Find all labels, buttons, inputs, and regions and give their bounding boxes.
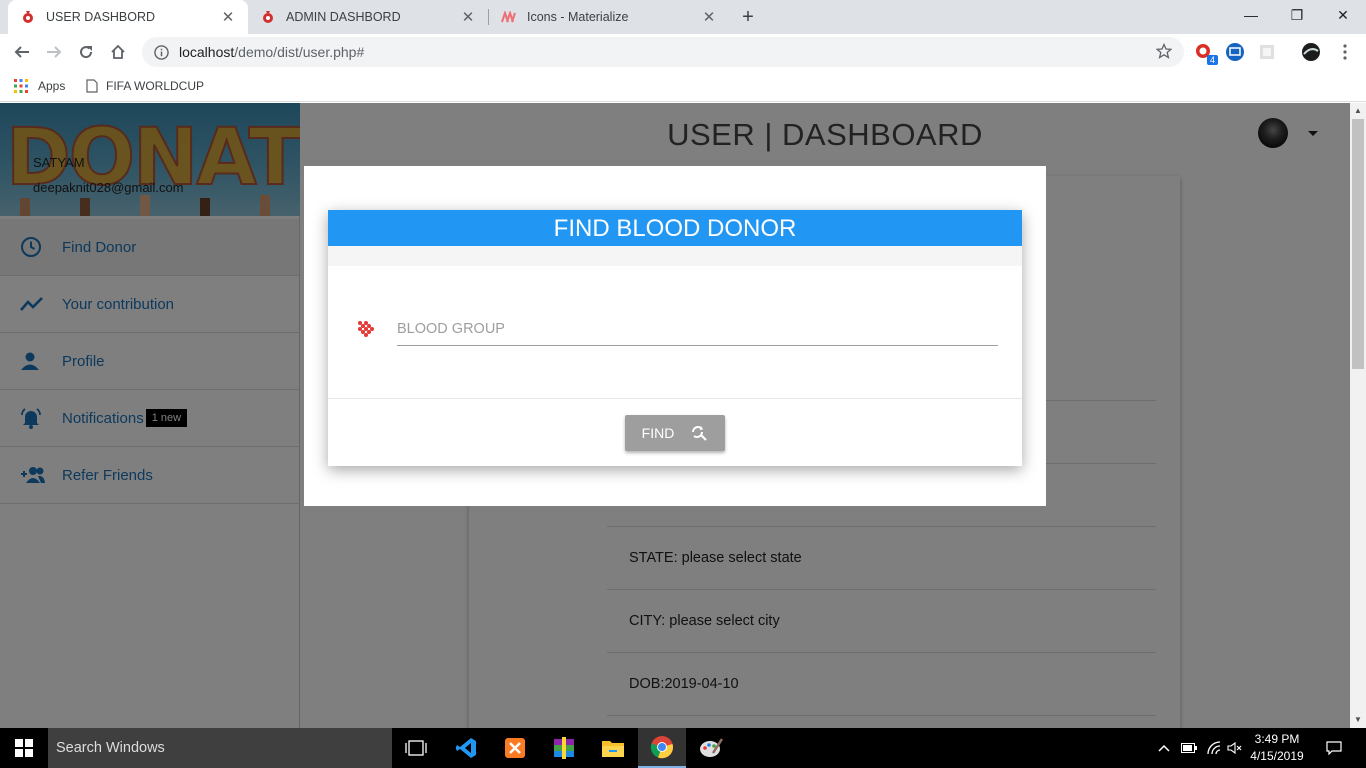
home-icon [111, 44, 125, 59]
taskbar-search[interactable]: Search Windows [48, 728, 392, 768]
scroll-up-icon[interactable]: ▲ [1350, 103, 1366, 119]
tab-title: ADMIN DASHBORD [286, 10, 401, 24]
extension-cast-icon[interactable] [1224, 41, 1246, 63]
modal-divider [328, 398, 1022, 399]
blood-group-icon [355, 318, 377, 340]
new-tab-button[interactable]: + [736, 5, 760, 29]
profile-avatar-icon[interactable] [1300, 41, 1322, 63]
find-donor-card: FIND BLOOD DONOR FIND [328, 210, 1022, 466]
paint-icon[interactable] [687, 728, 735, 768]
browser-toolbar: localhost/demo/dist/user.php# 4 [0, 34, 1366, 70]
browser-tab-strip: USER DASHBORD ✕ ADMIN DASHBORD ✕ Icons -… [0, 0, 1366, 34]
arrow-right-icon [47, 46, 62, 58]
tab-title: Icons - Materialize [527, 10, 629, 24]
reload-icon [80, 46, 93, 59]
action-center-icon[interactable] [1318, 728, 1350, 768]
vscode-icon[interactable] [442, 728, 490, 768]
tray-overflow-icon[interactable] [1156, 728, 1172, 768]
search-placeholder: Search Windows [56, 740, 165, 756]
info-icon[interactable] [154, 44, 169, 60]
winrar-icon[interactable] [540, 728, 588, 768]
tab-admin-dashboard[interactable]: ADMIN DASHBORD ✕ [248, 0, 488, 34]
taskbar-clock[interactable]: 3:49 PM 4/15/2019 [1242, 731, 1312, 765]
file-explorer-icon[interactable] [589, 728, 637, 768]
bookmark-label: FIFA WORLDCUP [106, 79, 205, 93]
tab-close-icon[interactable]: ✕ [460, 8, 476, 26]
window-close-button[interactable]: ✕ [1320, 0, 1366, 30]
blood-drop-favicon-icon [20, 9, 36, 25]
extension-red-icon[interactable]: 4 [1193, 41, 1218, 65]
blood-group-input[interactable] [397, 312, 998, 346]
scroll-down-icon[interactable]: ▼ [1350, 712, 1366, 728]
chrome-menu-icon[interactable] [1334, 41, 1356, 63]
back-button[interactable] [10, 40, 34, 64]
modal-header-gap [328, 246, 1022, 266]
url-path: /demo/dist/user.php# [234, 44, 365, 60]
extension-badge: 4 [1206, 55, 1218, 65]
find-button[interactable]: FIND [625, 415, 725, 451]
modal-title: FIND BLOOD DONOR [328, 210, 1022, 246]
tab-close-icon[interactable]: ✕ [701, 8, 717, 26]
arrow-left-icon [14, 46, 29, 58]
apps-grid-icon [14, 79, 28, 93]
windows-logo-icon [15, 739, 33, 757]
page-viewport: STATE: please select state CITY: please … [0, 103, 1350, 728]
page-icon [86, 79, 98, 93]
address-bar[interactable]: localhost/demo/dist/user.php# [142, 37, 1184, 67]
bookmark-fifa-worldcup[interactable]: FIFA WORLDCUP [86, 76, 204, 96]
extension-gray-icon[interactable] [1256, 41, 1278, 63]
scroll-thumb[interactable] [1352, 119, 1364, 369]
clock-date: 4/15/2019 [1250, 749, 1304, 763]
bookmark-star-icon[interactable] [1156, 43, 1172, 59]
page-scrollbar[interactable]: ▲ ▼ [1350, 103, 1366, 728]
find-donor-modal: FIND BLOOD DONOR FIND [304, 166, 1046, 506]
url-host: localhost [179, 44, 235, 60]
tab-icons-materialize[interactable]: Icons - Materialize ✕ [489, 0, 729, 34]
xampp-icon[interactable] [491, 728, 539, 768]
bookmark-label: Apps [38, 79, 66, 93]
blood-drop-favicon-icon [260, 9, 276, 25]
restore-button[interactable]: ❐ [1274, 0, 1320, 30]
start-button[interactable] [0, 728, 48, 768]
chrome-taskbar-icon[interactable] [638, 728, 686, 768]
tab-user-dashboard[interactable]: USER DASHBORD ✕ [8, 0, 248, 34]
bookmark-apps[interactable]: Apps [14, 76, 65, 96]
battery-icon[interactable] [1180, 728, 1198, 768]
tab-close-icon[interactable]: ✕ [220, 8, 236, 26]
materialize-favicon-icon [501, 9, 517, 25]
clock-time: 3:49 PM [1254, 732, 1300, 746]
find-replace-icon [690, 425, 708, 441]
tab-title: USER DASHBORD [46, 10, 156, 24]
reload-button[interactable] [74, 40, 98, 64]
windows-taskbar: Search Windows 3:49 PM 4/15/2019 [0, 728, 1366, 768]
home-button[interactable] [106, 40, 130, 64]
minimize-button[interactable]: — [1228, 0, 1274, 30]
bookmarks-bar: Apps FIFA WORLDCUP [0, 70, 1366, 102]
forward-button[interactable] [42, 40, 66, 64]
task-view-icon[interactable] [392, 728, 440, 768]
wifi-icon[interactable] [1204, 728, 1224, 768]
find-button-label: FIND [641, 425, 675, 441]
